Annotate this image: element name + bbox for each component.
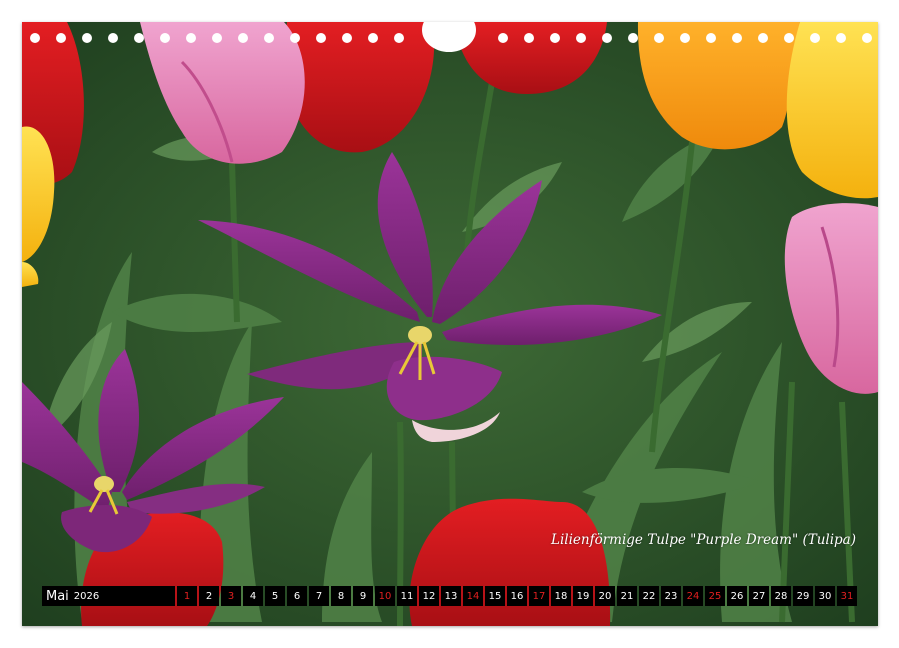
day-cell: 14 <box>463 586 483 606</box>
binding-hole <box>784 33 794 43</box>
day-cell: 31 <box>837 586 857 606</box>
day-cell: 8 <box>331 586 351 606</box>
binding-hole <box>628 33 638 43</box>
day-cell: 7 <box>309 586 329 606</box>
binding-hole <box>394 33 404 43</box>
day-cell: 17 <box>529 586 549 606</box>
calendar-page: Lilienförmige Tulpe "Purple Dream" (Tuli… <box>22 22 878 626</box>
day-cell: 28 <box>771 586 791 606</box>
month-calendar-bar: Mai 2026 1 2 3 4 5 6 7 8 9 10 11 12 13 14 15 16 17 18 19 20… <box>42 586 857 606</box>
binding-hole <box>680 33 690 43</box>
day-cell: 1 <box>177 586 197 606</box>
day-cell: 26 <box>727 586 747 606</box>
day-cell: 5 <box>265 586 285 606</box>
binding-hole <box>238 33 248 43</box>
binding-holes <box>22 22 878 52</box>
day-cell: 21 <box>617 586 637 606</box>
day-cell: 24 <box>683 586 703 606</box>
day-cell: 27 <box>749 586 769 606</box>
photo-caption: Lilienförmige Tulpe "Purple Dream" (Tuli… <box>550 532 856 548</box>
hanger-cutout <box>422 22 476 52</box>
binding-hole <box>342 33 352 43</box>
day-cell: 16 <box>507 586 527 606</box>
day-cell: 20 <box>595 586 615 606</box>
binding-hole <box>212 33 222 43</box>
day-cell: 2 <box>199 586 219 606</box>
month-year: 2026 <box>73 590 100 602</box>
day-cell: 13 <box>441 586 461 606</box>
binding-hole <box>134 33 144 43</box>
day-cell: 9 <box>353 586 373 606</box>
binding-hole <box>810 33 820 43</box>
binding-hole <box>576 33 586 43</box>
day-cell: 19 <box>573 586 593 606</box>
binding-hole <box>30 33 40 43</box>
binding-hole <box>654 33 664 43</box>
binding-hole <box>758 33 768 43</box>
day-cell: 22 <box>639 586 659 606</box>
day-cell: 10 <box>375 586 395 606</box>
binding-hole <box>706 33 716 43</box>
day-cell: 30 <box>815 586 835 606</box>
binding-hole <box>160 33 170 43</box>
binding-hole <box>186 33 196 43</box>
binding-hole <box>108 33 118 43</box>
day-cell: 15 <box>485 586 505 606</box>
day-cell: 25 <box>705 586 725 606</box>
binding-hole <box>550 33 560 43</box>
day-cell: 23 <box>661 586 681 606</box>
binding-hole <box>82 33 92 43</box>
month-label-cell: Mai 2026 <box>42 586 175 606</box>
binding-hole <box>290 33 300 43</box>
binding-hole <box>862 33 872 43</box>
day-cell: 29 <box>793 586 813 606</box>
binding-hole <box>316 33 326 43</box>
day-cell: 12 <box>419 586 439 606</box>
binding-hole <box>368 33 378 43</box>
month-name: Mai <box>46 588 69 604</box>
binding-hole <box>524 33 534 43</box>
day-cell: 4 <box>243 586 263 606</box>
binding-hole <box>264 33 274 43</box>
day-cell: 11 <box>397 586 417 606</box>
binding-hole <box>56 33 66 43</box>
binding-hole <box>602 33 612 43</box>
binding-hole <box>498 33 508 43</box>
day-cells: 1 2 3 4 5 6 7 8 9 10 11 12 13 14 15 16 17 18 19 20 21 22 23 24 2… <box>175 586 857 606</box>
day-cell: 6 <box>287 586 307 606</box>
day-cell: 18 <box>551 586 571 606</box>
day-cell: 3 <box>221 586 241 606</box>
binding-hole <box>732 33 742 43</box>
binding-hole <box>836 33 846 43</box>
